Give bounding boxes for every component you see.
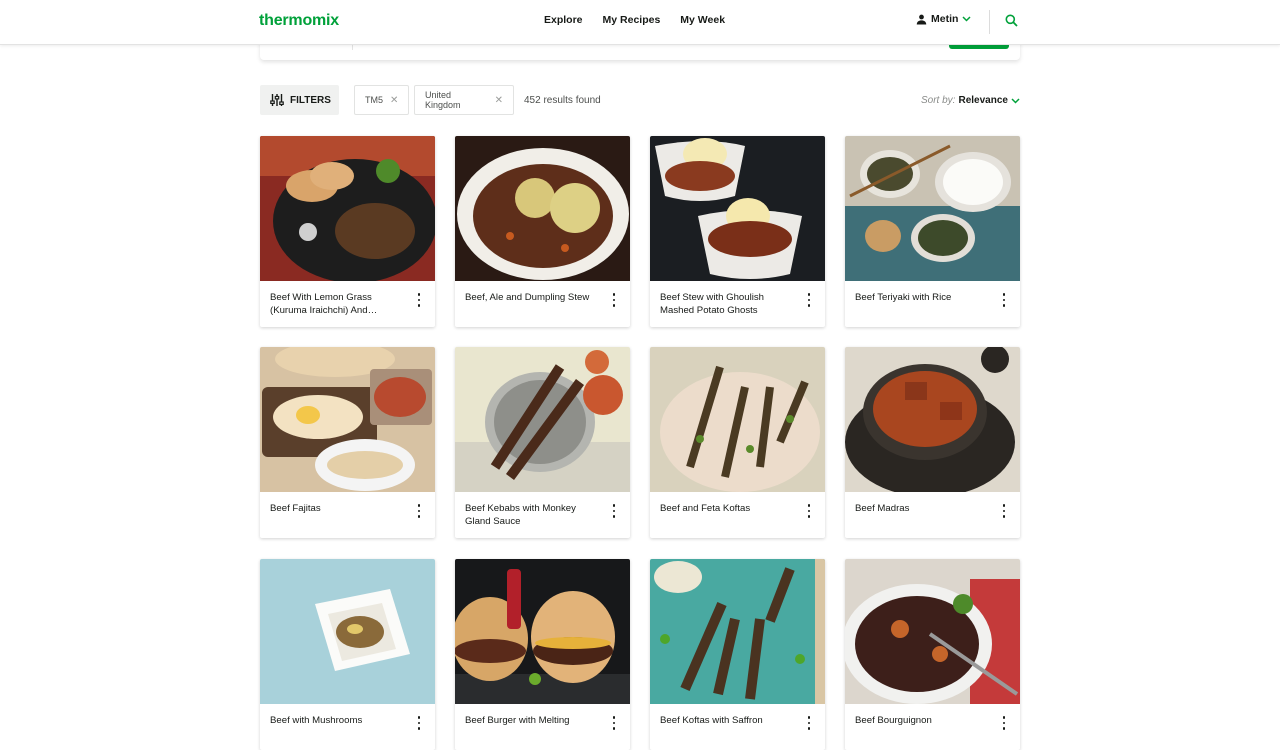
recipe-image[interactable] [260,347,435,492]
recipe-card[interactable]: Beef, Ale and Dumpling Stew [455,136,630,327]
recipe-card[interactable]: Beef Koftas with Saffron [650,559,825,750]
more-options-icon[interactable] [1001,293,1007,307]
user-icon [916,14,927,25]
more-options-icon[interactable] [806,504,812,518]
nav-my-recipes[interactable]: My Recipes [603,14,661,26]
nav-my-week[interactable]: My Week [680,14,725,26]
recipe-card[interactable]: Beef Stew with Ghoulish Mashed Potato Gh… [650,136,825,327]
recipe-card[interactable]: Beef Bourguignon [845,559,1020,750]
more-options-icon[interactable] [611,504,617,518]
sort-label: Sort by: [921,95,956,106]
recipe-title[interactable]: Beef Teriyaki with Rice [855,292,993,305]
thermomix-logo[interactable]: thermomix [259,12,339,30]
main-nav: Explore My Recipes My Week [544,14,725,26]
filters-button[interactable]: FILTERS [260,85,339,115]
close-icon[interactable]: ✕ [495,95,503,106]
recipe-card[interactable]: Beef Madras [845,347,1020,538]
chip-label: TM5 [365,95,383,105]
filter-chip-tm5[interactable]: TM5 ✕ [354,85,409,115]
sort-dropdown[interactable]: Sort by: Relevance [921,95,1020,106]
recipe-title[interactable]: Beef With Lemon Grass (Kuruma Iraichchi)… [270,292,408,317]
recipe-image[interactable] [260,559,435,704]
recipe-image[interactable] [650,136,825,281]
recipe-title[interactable]: Beef, Ale and Dumpling Stew [465,292,603,305]
results-count: 452 results found [524,95,601,106]
recipe-image[interactable] [845,559,1020,704]
more-options-icon[interactable] [416,293,422,307]
recipe-card[interactable]: Beef Burger with Melting [455,559,630,750]
recipe-card[interactable]: Beef Teriyaki with Rice [845,136,1020,327]
more-options-icon[interactable] [1001,504,1007,518]
filters-label: FILTERS [290,94,331,106]
sort-value: Relevance [958,95,1008,106]
recipe-image[interactable] [455,136,630,281]
recipe-title[interactable]: Beef Koftas with Saffron [660,715,798,728]
more-options-icon[interactable] [416,504,422,518]
recipe-image[interactable] [845,347,1020,492]
recipe-card[interactable]: Beef and Feta Koftas [650,347,825,538]
recipe-card[interactable]: Beef With Lemon Grass (Kuruma Iraichchi)… [260,136,435,327]
recipe-title[interactable]: Beef Madras [855,503,993,516]
recipe-image[interactable] [845,136,1020,281]
chevron-down-icon [1011,97,1020,104]
recipe-card[interactable]: Beef Kebabs with Monkey Gland Sauce [455,347,630,538]
recipe-card[interactable]: Beef Fajitas [260,347,435,538]
more-options-icon[interactable] [806,716,812,730]
recipe-title[interactable]: Beef Fajitas [270,503,408,516]
recipe-image[interactable] [260,136,435,281]
nav-explore[interactable]: Explore [544,14,583,26]
recipe-title[interactable]: Beef Burger with Melting [465,715,603,728]
recipe-title[interactable]: Beef and Feta Koftas [660,503,798,516]
recipe-title[interactable]: Beef Bourguignon [855,715,993,728]
more-options-icon[interactable] [416,716,422,730]
user-name: Metin [931,13,959,25]
recipe-image[interactable] [650,559,825,704]
more-options-icon[interactable] [1001,716,1007,730]
filter-chip-country[interactable]: United Kingdom ✕ [414,85,514,115]
recipe-image[interactable] [650,347,825,492]
user-menu[interactable]: Metin [916,13,971,25]
recipe-title[interactable]: Beef with Mushrooms [270,715,408,728]
top-header: thermomix Explore My Recipes My Week Met… [0,0,1280,45]
header-divider [989,10,990,34]
more-options-icon[interactable] [611,293,617,307]
search-icon[interactable] [1005,14,1018,27]
more-options-icon[interactable] [806,293,812,307]
chevron-down-icon [962,16,971,22]
recipe-title[interactable]: Beef Kebabs with Monkey Gland Sauce [465,503,603,528]
recipe-card[interactable]: Beef with Mushrooms [260,559,435,750]
more-options-icon[interactable] [611,716,617,730]
close-icon[interactable]: ✕ [390,95,398,106]
sliders-icon [270,94,284,106]
recipe-image[interactable] [455,347,630,492]
recipe-title[interactable]: Beef Stew with Ghoulish Mashed Potato Gh… [660,292,798,317]
chip-label: United Kingdom [425,90,461,110]
recipe-image[interactable] [455,559,630,704]
